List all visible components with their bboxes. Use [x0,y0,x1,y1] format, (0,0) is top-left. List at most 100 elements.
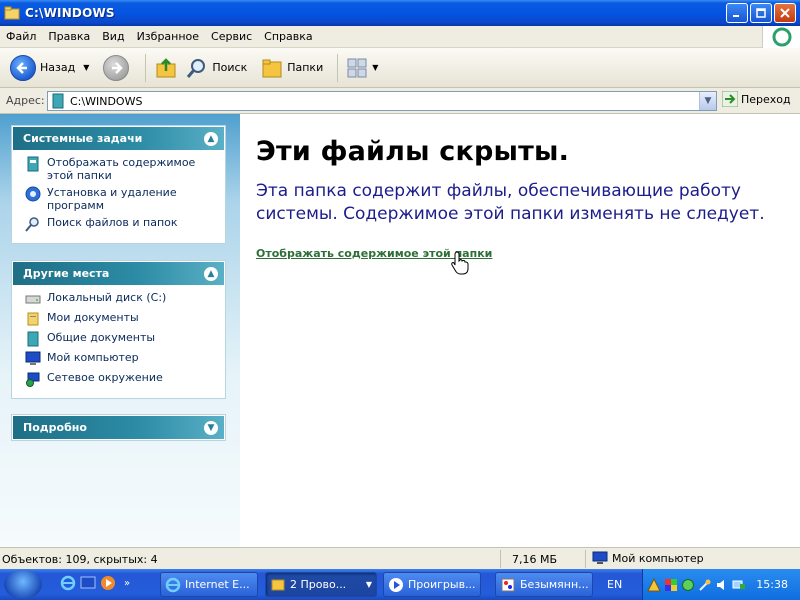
views-icon [347,58,367,77]
media-icon[interactable] [100,575,116,591]
sync-icon[interactable] [681,578,695,592]
windows-logo [762,26,800,48]
place-local-disk[interactable]: Локальный диск (C:) [25,291,216,307]
maximize-button[interactable] [750,3,772,23]
close-icon [780,8,790,18]
network-icon [26,372,40,387]
shared-documents-icon [27,331,39,347]
minimize-icon [733,15,739,17]
other-places-panel: Другие места ▲ Локальный диск (C:) Мои д… [12,261,225,398]
menu-edit[interactable]: Правка [42,30,96,43]
tool-icon[interactable] [698,578,712,592]
task-pane: Системные задачи ▲ Отображать содержимое… [0,114,240,547]
menu-help[interactable]: Справка [258,30,318,43]
expand-icon[interactable]: ▼ [204,421,218,435]
address-label: Адрес: [6,94,45,107]
task-add-remove-programs[interactable]: Установка и удаление программ [25,186,216,212]
taskbar-button[interactable]: 2 Прово... ▼ [265,572,377,597]
my-documents-icon [27,312,39,326]
task-label: Отображать содержимое этой папки [47,156,196,182]
close-button[interactable] [774,3,796,23]
place-shared-documents[interactable]: Общие документы [25,331,216,347]
place-network[interactable]: Сетевое окружение [25,371,216,387]
content-area: Эти файлы скрыты. Эта папка содержит фай… [240,114,800,547]
back-arrow-icon [10,54,36,81]
menu-view[interactable]: Вид [96,30,130,43]
drive-icon [25,295,41,304]
media-player-icon [389,577,403,592]
system-tasks-header[interactable]: Системные задачи ▲ [13,127,224,150]
collapse-icon[interactable]: ▲ [204,132,218,146]
flag-icon[interactable] [664,578,678,592]
folders-icon [262,59,282,77]
toolbar-separator [145,53,147,82]
details-title: Подробно [23,421,87,434]
search-icon [25,217,39,232]
go-button[interactable]: Переход [722,91,791,107]
window-title: C:\WINDOWS [25,6,115,20]
group-dropdown-icon: ▼ [365,580,372,589]
ie-icon [165,577,181,592]
place-label: Мой компьютер [47,351,139,364]
menu-file[interactable]: Файл [0,30,42,43]
start-button[interactable] [4,570,42,599]
menu-bar: Файл Правка Вид Избранное Сервис Справка [0,26,800,48]
warning-icon[interactable] [647,577,661,592]
taskbar-button[interactable]: Проигрыв... [383,572,481,597]
quick-launch-more-icon[interactable]: » [124,578,130,589]
clock: 15:38 [756,578,788,591]
place-label: Общие документы [47,331,156,344]
address-value: C:\WINDOWS [70,94,143,108]
menu-tools[interactable]: Сервис [205,30,258,43]
status-location-label: Мой компьютер [612,551,704,565]
address-field[interactable]: C:\WINDOWS ▼ [47,91,717,111]
address-dropdown[interactable]: ▼ [699,92,716,110]
back-button[interactable]: Назад ▼ [6,51,93,85]
go-arrow-icon [722,91,738,107]
taskbar-button-label: 2 Прово... [290,578,347,591]
warning-message: Эта папка содержит файлы, обеспечивающие… [256,181,765,224]
status-object-count: Объектов: 109, скрытых: 4 [2,553,158,566]
folder-view-icon [27,156,39,172]
page-title: Эти файлы скрыты. [256,136,570,167]
details-header[interactable]: Подробно ▼ [13,416,224,439]
taskbar-button-label: Проигрыв... [408,578,476,591]
title-bar[interactable]: C:\WINDOWS [0,0,800,26]
forward-button[interactable] [99,51,133,85]
show-desktop-icon[interactable] [80,575,96,591]
collapse-icon[interactable]: ▲ [204,267,218,281]
place-my-computer[interactable]: Мой компьютер [25,351,216,367]
minimize-button[interactable] [726,3,748,23]
volume-icon[interactable] [715,578,729,592]
folders-button[interactable]: Папки [257,51,327,85]
ie-icon[interactable] [60,575,76,591]
back-dropdown-icon[interactable]: ▼ [83,63,89,72]
search-button[interactable]: Поиск [182,51,251,85]
place-my-documents[interactable]: Мои документы [25,311,216,327]
quick-launch: » [60,575,130,591]
search-icon [187,58,206,78]
views-button[interactable]: ▼ [342,51,382,85]
place-label: Локальный диск (C:) [47,291,167,304]
status-size: 7,16 МБ [512,553,558,566]
taskbar-button[interactable]: Безымянн... [495,572,593,597]
up-button[interactable] [150,51,182,85]
system-tasks-panel: Системные задачи ▲ Отображать содержимое… [12,126,225,243]
task-search-files[interactable]: Поиск файлов и папок [25,216,216,232]
folder-icon [4,6,20,20]
taskbar-button[interactable]: Internet E... [160,572,258,597]
taskbar-button-label: Internet E... [185,578,250,591]
network-tray-icon[interactable] [732,578,746,592]
my-computer-icon [592,551,608,564]
language-indicator[interactable]: EN [607,578,622,591]
other-places-header[interactable]: Другие места ▲ [13,262,224,285]
forward-arrow-icon [103,54,130,81]
task-show-contents[interactable]: Отображать содержимое этой папки [25,156,216,182]
folder-icon [52,93,64,109]
taskbar: » Internet E... 2 Прово... ▼ Проигрыв...… [0,569,800,600]
status-divider [585,550,586,568]
menu-favorites[interactable]: Избранное [131,30,205,43]
back-label: Назад [40,61,76,74]
standard-toolbar: Назад ▼ Поиск Папки ▼ [0,48,800,88]
status-bar: Объектов: 109, скрытых: 4 7,16 МБ Мой ко… [0,547,800,569]
